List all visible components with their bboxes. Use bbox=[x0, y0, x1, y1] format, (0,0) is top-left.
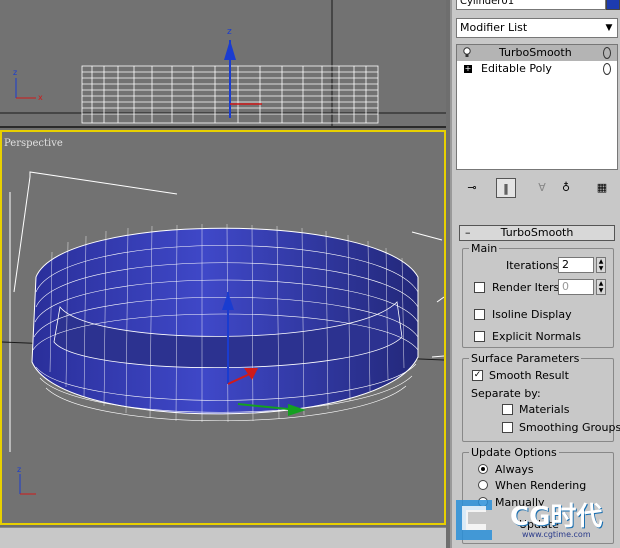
explicit-normals-label: Explicit Normals bbox=[492, 330, 581, 343]
render-iters-checkbox[interactable] bbox=[474, 282, 485, 293]
materials-checkbox[interactable] bbox=[502, 404, 513, 415]
top-view-axis-tripod: z x bbox=[13, 68, 43, 102]
separate-by-label: Separate by: bbox=[471, 387, 541, 400]
svg-text:x: x bbox=[38, 93, 43, 102]
isoline-display-label: Isoline Display bbox=[492, 308, 572, 321]
svg-text:z: z bbox=[13, 68, 17, 77]
modifier-stack[interactable]: TurboSmooth + Editable Poly bbox=[456, 44, 618, 170]
svg-text:z: z bbox=[17, 465, 21, 474]
show-end-result-icon[interactable]: ‖ bbox=[496, 178, 516, 198]
svg-text:z: z bbox=[227, 27, 232, 37]
stack-toolbar: ⊸ ‖ ∀ ♁ ▦ bbox=[456, 176, 618, 200]
chevron-down-icon: ▼ bbox=[605, 23, 613, 33]
top-viewport-canvas: z z x bbox=[0, 0, 446, 126]
stack-item-editable-poly[interactable]: + Editable Poly bbox=[457, 61, 617, 77]
smooth-result-label: Smooth Result bbox=[489, 369, 569, 382]
instance-icon bbox=[603, 63, 611, 75]
always-radio[interactable] bbox=[478, 464, 488, 474]
render-iters-spinner[interactable]: 0 bbox=[558, 279, 594, 295]
persp-axis-tripod: z bbox=[17, 465, 36, 495]
iterations-spinner[interactable]: 2 bbox=[558, 257, 594, 273]
always-label: Always bbox=[495, 463, 534, 476]
make-unique-icon[interactable]: ∀ bbox=[532, 178, 552, 198]
collapse-minus-icon: – bbox=[465, 226, 471, 239]
render-iters-spinner-arrows[interactable]: ▲ ▼ bbox=[596, 279, 606, 295]
stack-item-label: Editable Poly bbox=[481, 62, 552, 75]
rollout-title: TurboSmooth bbox=[500, 226, 574, 239]
remove-modifier-icon[interactable]: ♁ bbox=[556, 178, 576, 198]
group-title: Surface Parameters bbox=[469, 352, 582, 365]
perspective-canvas: z bbox=[2, 171, 444, 495]
stack-item-label: TurboSmooth bbox=[499, 46, 572, 59]
pin-stack-icon[interactable]: ⊸ bbox=[462, 178, 482, 198]
modifier-list-dropdown[interactable]: Modifier List ▼ bbox=[456, 18, 618, 38]
torus-ring-mesh bbox=[31, 223, 419, 423]
object-name-field[interactable]: Cylinder01 bbox=[456, 0, 606, 10]
smoothing-groups-label: Smoothing Groups bbox=[519, 421, 620, 434]
instance-icon bbox=[603, 47, 611, 59]
iterations-spinner-arrows[interactable]: ▲ ▼ bbox=[596, 257, 606, 273]
smoothing-groups-checkbox[interactable] bbox=[502, 422, 513, 433]
lightbulb-icon[interactable] bbox=[463, 47, 471, 58]
expand-plus-icon[interactable]: + bbox=[464, 65, 472, 73]
materials-label: Materials bbox=[519, 403, 570, 416]
iterations-label: Iterations: bbox=[506, 259, 563, 272]
watermark-url: www.cgtime.com bbox=[522, 530, 591, 539]
explicit-normals-checkbox[interactable] bbox=[474, 331, 485, 342]
group-title: Main bbox=[469, 242, 500, 255]
cgtime-watermark: CG时代 www.cgtime.com bbox=[448, 490, 620, 548]
stack-item-turbosmooth[interactable]: TurboSmooth bbox=[457, 45, 617, 61]
configure-sets-icon[interactable]: ▦ bbox=[592, 178, 612, 198]
perspective-viewport[interactable]: Perspective z bbox=[0, 130, 446, 525]
turbosmooth-rollout-header[interactable]: – TurboSmooth bbox=[459, 225, 615, 241]
modifier-list-label: Modifier List bbox=[460, 21, 528, 34]
watermark-text: CG时代 bbox=[510, 502, 603, 532]
smooth-result-checkbox[interactable]: ✓ bbox=[472, 370, 483, 381]
viewport-status-bar bbox=[0, 527, 446, 548]
render-iters-label: Render Iters: bbox=[492, 281, 563, 294]
top-viewport[interactable]: z z x bbox=[0, 0, 446, 128]
top-view-gizmo: z bbox=[224, 27, 262, 118]
when-rendering-radio[interactable] bbox=[478, 480, 488, 490]
object-color-swatch[interactable] bbox=[606, 0, 620, 10]
isoline-display-checkbox[interactable] bbox=[474, 309, 485, 320]
group-title: Update Options bbox=[469, 446, 559, 459]
